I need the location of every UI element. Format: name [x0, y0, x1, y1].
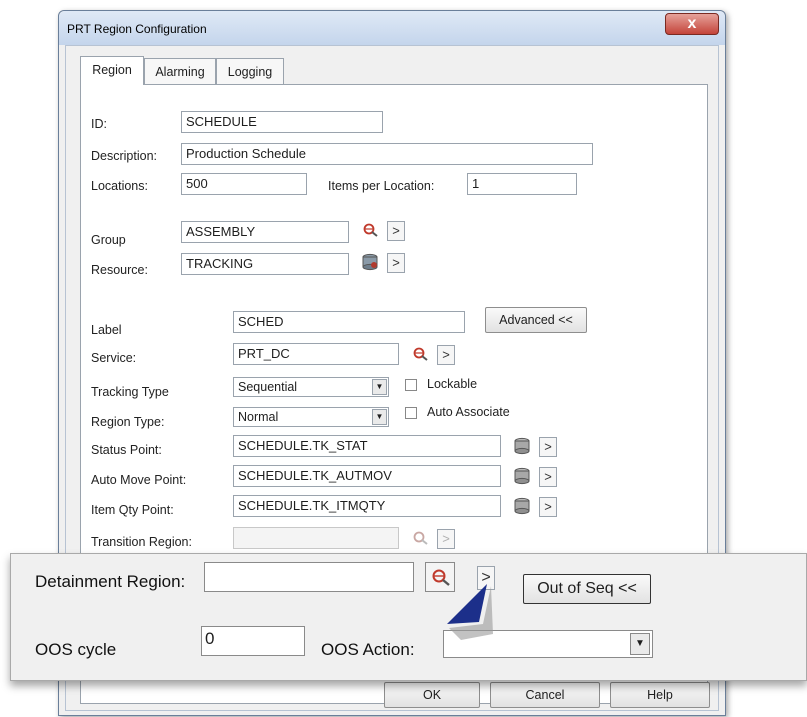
resource-browse-button[interactable] — [359, 251, 381, 273]
label-input[interactable]: SCHED — [233, 311, 465, 333]
transition-region-input[interactable] — [233, 527, 399, 549]
description-label: Description: — [91, 149, 157, 163]
region-type-value: Normal — [238, 410, 279, 424]
status-point-label: Status Point: — [91, 443, 162, 457]
database-icon — [514, 497, 530, 515]
group-input[interactable]: ASSEMBLY — [181, 221, 349, 243]
tab-logging[interactable]: Logging — [216, 58, 284, 84]
chevron-down-icon: ▼ — [630, 633, 650, 655]
oos-action-label: OOS Action: — [321, 640, 415, 659]
auto-move-point-browse-button[interactable] — [511, 465, 533, 487]
service-search-button[interactable] — [409, 343, 431, 365]
id-input[interactable]: SCHEDULE — [181, 111, 383, 133]
tracking-type-select[interactable]: Sequential ▼ — [233, 377, 389, 397]
status-point-browse-button[interactable] — [511, 435, 533, 457]
status-point-input[interactable]: SCHEDULE.TK_STAT — [233, 435, 501, 457]
description-input[interactable]: Production Schedule — [181, 143, 593, 165]
auto-move-point-details-button[interactable]: > — [539, 467, 557, 487]
transition-region-details-button[interactable]: > — [437, 529, 455, 549]
oos-cycle-label: OOS cycle — [35, 640, 117, 659]
service-label: Service: — [91, 351, 137, 365]
window-title: PRT Region Configuration — [67, 22, 207, 36]
region-type-select[interactable]: Normal ▼ — [233, 407, 389, 427]
service-input[interactable]: PRT_DC — [233, 343, 399, 365]
tracking-type-label: Tracking Type — [91, 385, 169, 399]
auto-associate-checkbox[interactable] — [405, 407, 417, 419]
resource-details-button[interactable]: > — [387, 253, 405, 273]
item-qty-point-browse-button[interactable] — [511, 495, 533, 517]
tracking-type-value: Sequential — [238, 380, 298, 394]
status-point-details-button[interactable]: > — [539, 437, 557, 457]
lockable-checkbox[interactable] — [405, 379, 417, 391]
database-icon — [514, 437, 530, 455]
auto-associate-label: Auto Associate — [427, 405, 510, 419]
resource-input[interactable]: TRACKING — [181, 253, 349, 275]
lockable-label: Lockable — [427, 377, 478, 391]
items-per-location-input[interactable]: 1 — [467, 173, 577, 195]
magnifier-icon — [413, 531, 428, 545]
chevron-down-icon: ▼ — [372, 379, 387, 395]
database-icon — [514, 467, 530, 485]
region-type-label: Region Type: — [91, 415, 165, 429]
id-label: ID: — [91, 117, 107, 131]
oos-cycle-input[interactable]: 0 — [201, 626, 305, 656]
tab-region[interactable]: Region — [80, 56, 144, 85]
detainment-region-label: Detainment Region: — [35, 572, 186, 591]
auto-move-point-label: Auto Move Point: — [91, 473, 187, 487]
group-search-button[interactable] — [359, 219, 381, 241]
resource-label: Resource: — [91, 263, 148, 277]
label-label: Label — [91, 323, 122, 337]
item-qty-point-label: Item Qty Point: — [91, 503, 174, 517]
chevron-down-icon: ▼ — [372, 409, 387, 425]
tab-alarming[interactable]: Alarming — [144, 58, 216, 84]
help-button[interactable]: Help — [610, 682, 710, 708]
out-of-seq-button[interactable]: Out of Seq << — [523, 574, 651, 604]
item-qty-point-input[interactable]: SCHEDULE.TK_ITMQTY — [233, 495, 501, 517]
items-per-location-label: Items per Location: — [328, 179, 435, 193]
transition-region-label: Transition Region: — [91, 535, 192, 549]
pointer-arrow-icon — [447, 584, 493, 640]
auto-move-point-input[interactable]: SCHEDULE.TK_AUTMOV — [233, 465, 501, 487]
group-details-button[interactable]: > — [387, 221, 405, 241]
ok-button[interactable]: OK — [384, 682, 480, 708]
locations-input[interactable]: 500 — [181, 173, 307, 195]
title-bar: PRT Region Configuration x — [59, 11, 725, 45]
group-label: Group — [91, 233, 126, 247]
transition-region-search-button[interactable] — [409, 527, 431, 549]
database-icon — [362, 253, 378, 271]
advanced-button[interactable]: Advanced << — [485, 307, 587, 333]
detainment-region-input[interactable] — [204, 562, 414, 592]
magnifier-icon — [363, 223, 378, 237]
zoomed-detail-panel: Detainment Region: > Out of Seq << OOS c… — [10, 553, 807, 681]
locations-label: Locations: — [91, 179, 148, 193]
close-button[interactable]: x — [665, 13, 719, 35]
magnifier-icon — [413, 347, 428, 361]
cancel-button[interactable]: Cancel — [490, 682, 600, 708]
item-qty-point-details-button[interactable]: > — [539, 497, 557, 517]
service-details-button[interactable]: > — [437, 345, 455, 365]
